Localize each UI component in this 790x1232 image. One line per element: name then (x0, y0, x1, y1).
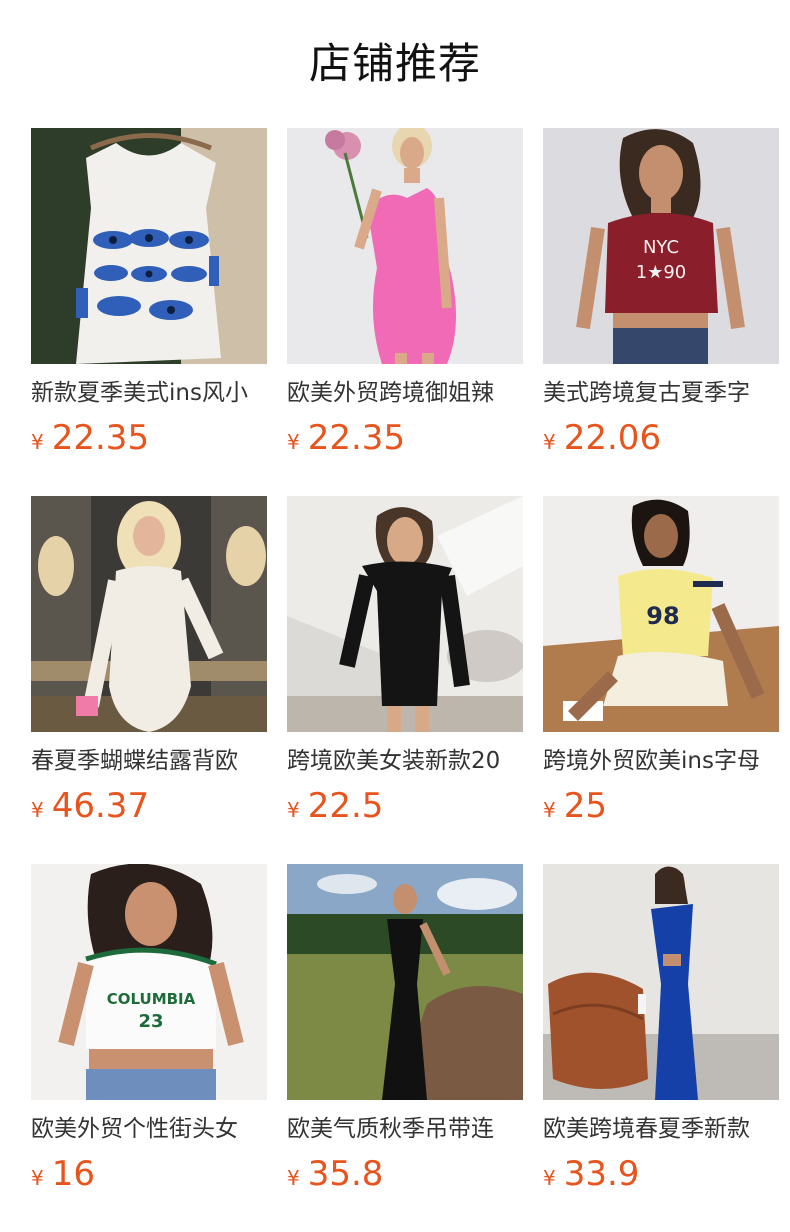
product-image[interactable] (287, 496, 523, 732)
product-image[interactable] (31, 128, 267, 364)
product-name[interactable]: 欧美外贸个性街头女 (31, 1114, 267, 1144)
currency-symbol: ¥ (287, 430, 300, 454)
product-price: ¥25 (543, 786, 779, 832)
currency-symbol: ¥ (31, 430, 44, 454)
product-image[interactable] (543, 864, 779, 1100)
price-value: 22.35 (307, 418, 406, 458)
product-image[interactable] (287, 864, 523, 1100)
svg-text:23: 23 (138, 1011, 163, 1032)
product-card[interactable]: 欧美气质秋季吊带连 ¥35.8 (287, 864, 523, 1200)
currency-symbol: ¥ (543, 430, 556, 454)
product-price: ¥33.9 (543, 1154, 779, 1200)
product-name[interactable]: 美式跨境复古夏季字 (543, 378, 779, 408)
product-name[interactable]: 欧美跨境春夏季新款 (543, 1114, 779, 1144)
product-name[interactable]: 春夏季蝴蝶结露背欧 (31, 746, 267, 776)
product-grid: 新款夏季美式ins风小 ¥22.35 欧美外贸跨境御姐辣 ¥ 22.35 NYC… (31, 128, 790, 1200)
page-title: 店铺推荐 (308, 39, 481, 88)
product-card[interactable]: 98 跨境外贸欧美ins字母 ¥25 (543, 496, 779, 832)
product-image[interactable] (287, 128, 523, 364)
product-card[interactable]: 欧美跨境春夏季新款 ¥33.9 (543, 864, 779, 1200)
svg-text:NYC: NYC (643, 237, 679, 258)
product-price: ¥22.06 (543, 418, 779, 464)
product-price: ¥16 (31, 1154, 267, 1200)
product-price: ¥22.35 (31, 418, 267, 464)
product-image[interactable] (31, 496, 267, 732)
product-price: ¥35.8 (287, 1154, 523, 1200)
price-value: 22.35 (51, 418, 150, 458)
price-value: 46.37 (51, 786, 150, 826)
product-image[interactable]: 98 (543, 496, 779, 732)
svg-text:COLUMBIA: COLUMBIA (107, 990, 196, 1008)
product-price: ¥22.5 (287, 786, 523, 832)
currency-symbol: ¥ (31, 1166, 44, 1190)
currency-symbol: ¥ (287, 1166, 300, 1190)
product-price: ¥22.35 (287, 418, 523, 464)
product-image[interactable]: NYC 1★90 (543, 128, 779, 364)
product-card[interactable]: 春夏季蝴蝶结露背欧 ¥46.37 (31, 496, 267, 832)
currency-symbol: ¥ (543, 1166, 556, 1190)
product-card[interactable]: 新款夏季美式ins风小 ¥22.35 (31, 128, 267, 464)
svg-text:1★90: 1★90 (636, 262, 687, 283)
currency-symbol: ¥ (543, 798, 556, 822)
product-price: ¥46.37 (31, 786, 267, 832)
currency-symbol: ¥ (31, 798, 44, 822)
svg-text:98: 98 (646, 602, 679, 630)
price-value: 25 (563, 786, 607, 826)
price-value: 22.06 (563, 418, 662, 458)
price-value: 33.9 (563, 1154, 640, 1194)
product-name[interactable]: 跨境外贸欧美ins字母 (543, 746, 779, 776)
product-name[interactable]: 欧美外贸跨境御姐辣 (287, 378, 523, 408)
price-value: 35.8 (307, 1154, 384, 1194)
price-value: 22.5 (307, 786, 384, 826)
price-value: 16 (51, 1154, 95, 1194)
product-card[interactable]: NYC 1★90 美式跨境复古夏季字 ¥22.06 (543, 128, 779, 464)
currency-symbol: ¥ (287, 798, 300, 822)
product-card[interactable]: 跨境欧美女装新款20 ¥22.5 (287, 496, 523, 832)
product-card[interactable]: 欧美外贸跨境御姐辣 ¥22.35 (287, 128, 523, 464)
product-name[interactable]: 欧美气质秋季吊带连 (287, 1114, 523, 1144)
product-card[interactable]: COLUMBIA 23 欧美外贸个性街头女 ¥16 (31, 864, 267, 1200)
product-image[interactable]: COLUMBIA 23 (31, 864, 267, 1100)
product-name[interactable]: 跨境欧美女装新款20 (287, 746, 523, 776)
product-name[interactable]: 新款夏季美式ins风小 (31, 378, 267, 408)
